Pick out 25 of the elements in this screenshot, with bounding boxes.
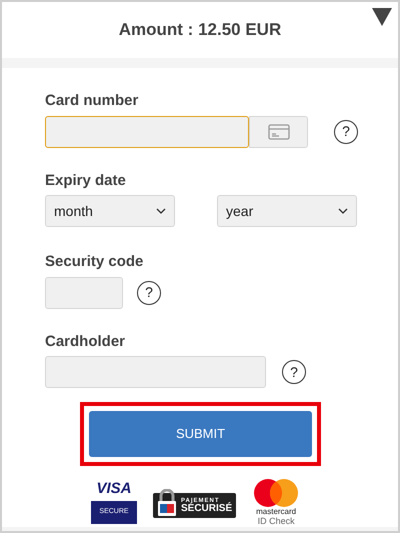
badge-text: SÉCURISÉ [181, 504, 232, 514]
card-type-button[interactable] [249, 116, 308, 148]
field-label: Cardholder [45, 332, 126, 352]
chevron-down-icon [338, 208, 348, 214]
dropdown[interactable]: month [45, 195, 175, 227]
collapse-icon[interactable] [372, 8, 392, 26]
submit-button[interactable]: SUBMIT [89, 411, 312, 457]
security-code-field[interactable] [45, 276, 123, 308]
id-check-text: ID Check [258, 516, 295, 528]
credit-card-icon [268, 124, 290, 140]
padlock-icon [157, 488, 177, 517]
help-icon[interactable]: ? [137, 280, 161, 304]
field-label: Card number [45, 91, 140, 111]
amount-title: Amount : 12.50 EUR [118, 19, 282, 42]
help-icon[interactable]: ? [282, 360, 306, 384]
cardholder-field[interactable] [45, 356, 266, 388]
chevron-down-icon [156, 208, 166, 214]
help-icon[interactable]: ? [334, 120, 358, 144]
mastercard-logo-icon [252, 478, 300, 508]
field-label: Security code [45, 252, 144, 272]
mastercard-text: mastercard [256, 508, 296, 516]
dropdown[interactable]: year [217, 195, 357, 227]
card-number-field[interactable] [45, 116, 249, 148]
visa-logo: VISA [96, 481, 132, 496]
field-label: Expiry date [45, 170, 127, 190]
